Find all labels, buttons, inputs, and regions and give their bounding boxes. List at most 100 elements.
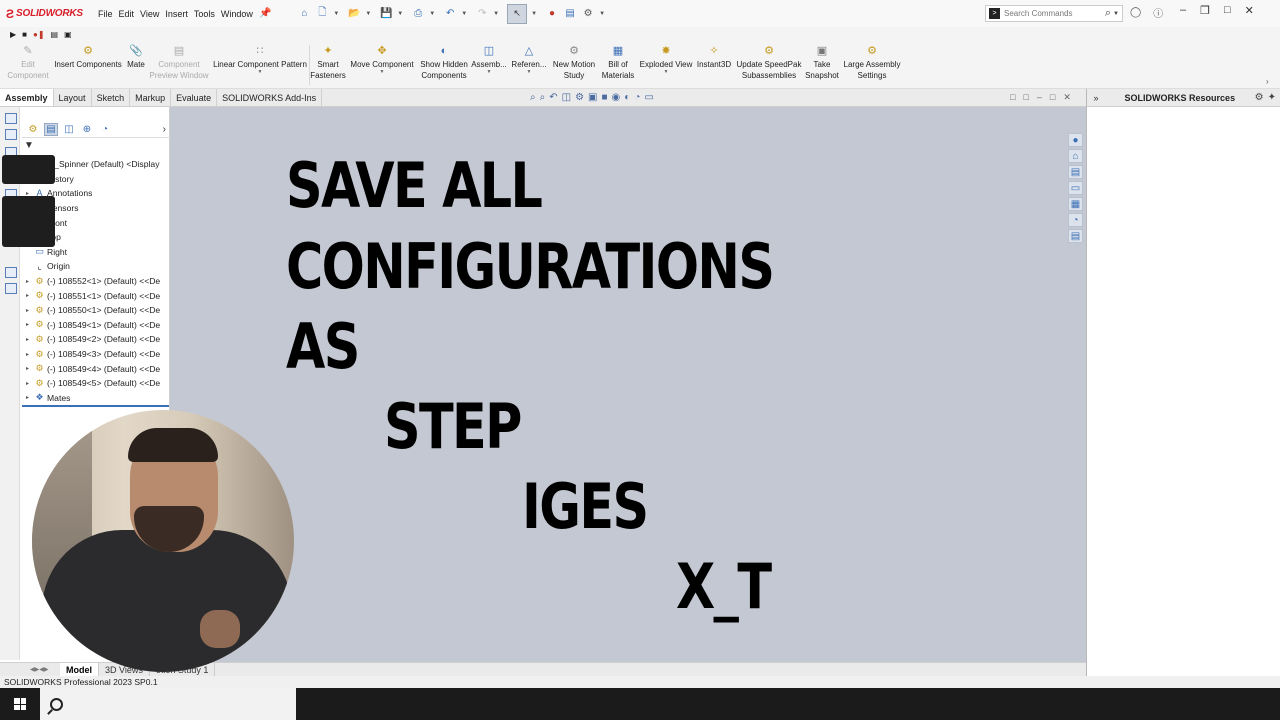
menu-edit[interactable]: Edit [119, 7, 135, 21]
chevron-down-icon[interactable]: ▼ [333, 11, 339, 17]
record-icon[interactable]: ●❚ [33, 30, 45, 39]
chevron-down-icon[interactable]: ▼ [1113, 11, 1119, 17]
select-arrow-icon[interactable]: ↖ [507, 3, 528, 24]
zoom-to-fit-icon[interactable]: ⌕ [530, 92, 536, 103]
home-icon[interactable]: ⌂ [297, 7, 311, 21]
expand-arrow-icon[interactable]: ▸ [26, 278, 34, 285]
file-properties-icon[interactable]: ▤ [563, 7, 577, 21]
properties-icon[interactable] [5, 129, 17, 140]
view-orientation-icon[interactable]: ▣ [588, 92, 597, 103]
chevron-down-icon[interactable]: ▼ [397, 11, 403, 17]
hide-show-items-icon[interactable]: ◉ [612, 92, 621, 103]
view-settings-icon[interactable]: ▭ [644, 92, 653, 103]
save-icon[interactable]: 💾 [379, 7, 393, 21]
collapse-chevron-icon[interactable]: » [1087, 93, 1105, 103]
macro-new-icon[interactable]: ▤ [51, 30, 59, 39]
tree-item-mates[interactable]: ▸ ❖ Mates [22, 391, 170, 406]
custom-properties-icon[interactable]: ▤ [1068, 229, 1083, 243]
chevron-down-icon[interactable]: ▼ [527, 70, 532, 75]
show-hidden-components-button[interactable]: ◐ Show Hidden Components [418, 44, 470, 81]
windows-start-icon[interactable] [0, 688, 40, 720]
options-gear-icon[interactable]: ⚙ [581, 7, 595, 21]
minimize-icon[interactable]: – [1180, 4, 1186, 17]
expand-arrow-icon[interactable]: ▸ [26, 321, 34, 328]
expand-arrow-icon[interactable]: ▸ [26, 336, 34, 343]
zoom-to-area-icon[interactable]: ⌕ [540, 92, 546, 103]
tree-item-component[interactable]: ▸ ⚙ (-) 108552<1> (Default) <<De [22, 274, 170, 289]
tab-sketch[interactable]: Sketch [92, 89, 131, 106]
exploded-view-button[interactable]: ✸ Exploded View ▼ [638, 44, 694, 75]
ribbon-expand-chevron-icon[interactable]: › [1266, 77, 1269, 86]
file-explorer-icon[interactable]: ▭ [1068, 181, 1083, 195]
restore-down-icon[interactable]: □ [1224, 4, 1231, 17]
rebuild-icon[interactable]: ● [545, 7, 559, 21]
chevron-down-icon[interactable]: ▼ [365, 11, 371, 17]
tab-evaluate[interactable]: Evaluate [171, 89, 218, 106]
measure-icon[interactable] [5, 283, 17, 294]
tab-assembly[interactable]: Assembly [0, 89, 54, 106]
solidworks-resources-icon[interactable]: ● [1068, 133, 1083, 147]
property-manager-tab-icon[interactable]: ▤ [44, 123, 58, 136]
taskbar-search-box[interactable] [40, 688, 296, 720]
chevron-down-icon[interactable]: ▼ [599, 11, 605, 17]
home-icon[interactable]: ⌂ [1068, 149, 1083, 163]
search-commands-box[interactable]: > Search Commands ⌕ ▼ [985, 5, 1123, 22]
dimxpert-tab-icon[interactable]: ⊕ [80, 123, 94, 136]
section-view-icon[interactable]: ◫ [562, 92, 571, 103]
solidworks-logo[interactable]: Ƨ SOLIDWORKS [6, 7, 94, 21]
component-preview-window-button[interactable]: ▤ Component Preview Window [148, 44, 210, 81]
appearances-icon[interactable]: ◔ [1068, 213, 1083, 227]
cascade-icon[interactable]: □ [1023, 92, 1028, 103]
tree-item-component[interactable]: ▸ ⚙ (-) 108549<1> (Default) <<De [22, 318, 170, 333]
feature-tree-tab-icon[interactable]: ⚙ [26, 123, 40, 136]
filter-icon[interactable]: ▼︎ [24, 140, 34, 151]
tab-solidworks-add-ins[interactable]: SOLIDWORKS Add-Ins [217, 89, 323, 106]
tree-item-component[interactable]: ▸ ⚙ (-) 108549<5> (Default) <<De [22, 376, 170, 391]
search-icon[interactable]: ⌕ [1105, 7, 1111, 20]
tree-item-component[interactable]: ▸ ⚙ (-) 108549<4> (Default) <<De [22, 361, 170, 376]
tree-item-origin[interactable]: ⌞ Origin [22, 259, 170, 274]
move-component-button[interactable]: ✥ Move Component ▼ [346, 44, 418, 75]
expand-arrow-icon[interactable]: ▸ [26, 307, 34, 314]
tile-icon[interactable]: □ [1010, 92, 1015, 103]
table-icon[interactable] [5, 113, 17, 124]
tab-markup[interactable]: Markup [130, 89, 172, 106]
smart-fasteners-button[interactable]: ✦ Smart Fasteners [310, 44, 346, 81]
close-icon[interactable]: ✕ [1063, 92, 1071, 103]
apply-scene-icon[interactable]: ◔ [634, 92, 640, 103]
help-icon[interactable]: ⓘ [1153, 5, 1163, 20]
redo-icon[interactable]: ↷ [475, 7, 489, 21]
chevron-down-icon[interactable]: ▼ [664, 70, 669, 75]
chevron-down-icon[interactable]: ▼ [493, 11, 499, 17]
search-input[interactable]: Search Commands [1004, 9, 1105, 18]
user-account-icon[interactable]: ◯ [1130, 7, 1141, 18]
view-palette-icon[interactable]: ▦ [1068, 197, 1083, 211]
chevron-down-icon[interactable]: ▼ [258, 70, 263, 75]
open-folder-icon[interactable]: 📂 [347, 7, 361, 21]
macro-edit-icon[interactable]: ▣ [64, 30, 72, 39]
tree-item-component[interactable]: ▸ ⚙ (-) 108551<1> (Default) <<De [22, 288, 170, 303]
linear-component-pattern-button[interactable]: ∷ Linear Component Pattern ▼ [210, 44, 310, 75]
expand-arrow-icon[interactable]: ▸ [26, 394, 34, 401]
tree-item-component[interactable]: ▸ ⚙ (-) 108549<3> (Default) <<De [22, 347, 170, 362]
pin-icon[interactable]: ✦ [1268, 92, 1276, 103]
restore-icon[interactable]: □ [1050, 92, 1055, 103]
update-speedpak-button[interactable]: ⚙ Update SpeedPak Subassemblies [735, 44, 803, 81]
menu-view[interactable]: View [140, 7, 159, 21]
print-icon[interactable]: ⎙ [411, 7, 425, 21]
menu-insert[interactable]: Insert [165, 7, 188, 21]
instant3d-button[interactable]: ✧ Instant3D [695, 44, 733, 70]
assembly-features-button[interactable]: ◫ Assemb... ▼ [470, 44, 508, 75]
chevron-down-icon[interactable]: ▼ [531, 11, 537, 17]
chevron-down-icon[interactable]: ▼ [487, 70, 492, 75]
edit-appearance-icon[interactable]: ◐ [624, 92, 630, 103]
display-style-icon[interactable]: ■ [601, 92, 607, 103]
menu-window[interactable]: Window [221, 7, 253, 21]
expand-arrow-icon[interactable]: ▸ [26, 351, 34, 358]
chevron-down-icon[interactable]: ▼ [429, 11, 435, 17]
new-motion-study-button[interactable]: ⚙ New Motion Study [550, 44, 598, 81]
design-library-icon[interactable]: ▤ [1068, 165, 1083, 179]
chevron-right-icon[interactable]: › [163, 124, 166, 135]
reference-geometry-button[interactable]: △ Referen... ▼ [508, 44, 550, 75]
display-icon[interactable] [5, 267, 17, 278]
